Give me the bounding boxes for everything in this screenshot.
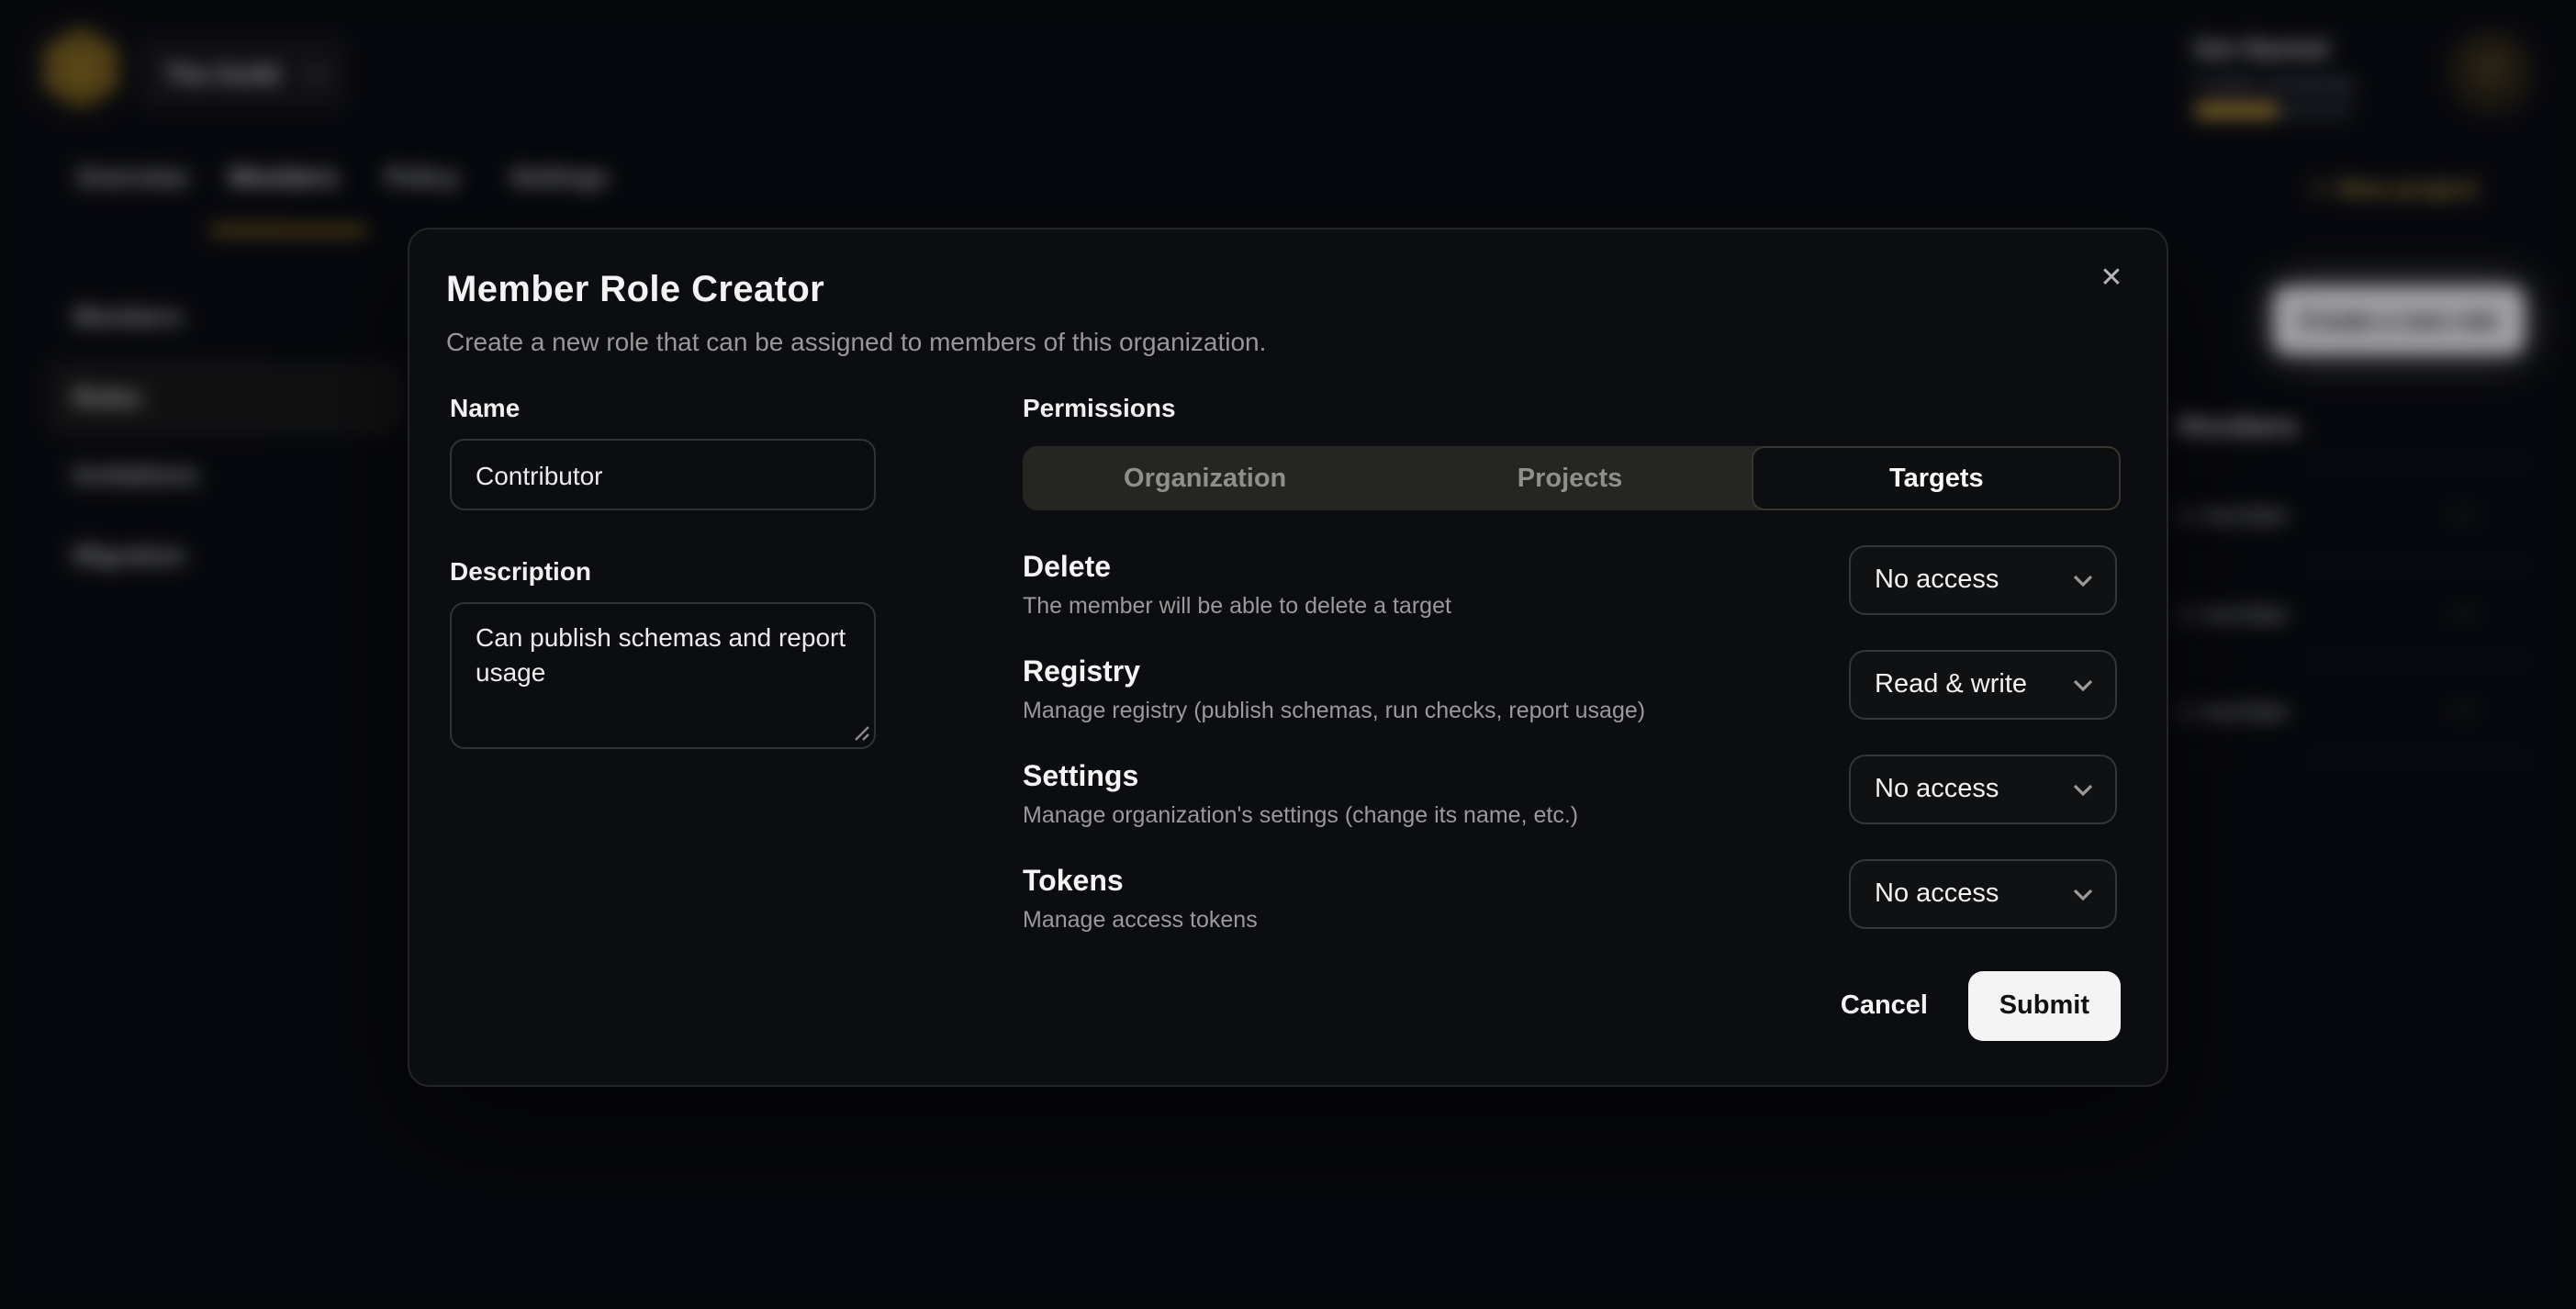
modal-title: Member Role Creator — [446, 270, 824, 312]
cancel-button[interactable]: Cancel — [1826, 971, 1943, 1041]
description-field-wrap: Can publish schemas and report usage — [450, 602, 876, 749]
permission-row-delete: Delete The member will be able to delete… — [1023, 542, 2121, 637]
settings-access-select[interactable]: No access — [1849, 755, 2117, 824]
permission-row-registry: Registry Manage registry (publish schema… — [1023, 646, 2121, 742]
chevron-down-icon — [2073, 574, 2093, 587]
app-root: The Guild Overview Members Policy Settin… — [0, 0, 2576, 1309]
resize-handle-icon[interactable] — [852, 723, 870, 742]
close-icon[interactable]: ✕ — [2089, 255, 2134, 299]
permissions-label: Permissions — [1023, 393, 1176, 422]
chevron-down-icon — [2073, 678, 2093, 691]
delete-access-select[interactable]: No access — [1849, 545, 2117, 615]
modal-subtitle: Create a new role that can be assigned t… — [446, 327, 1266, 356]
selected-value: No access — [1875, 879, 1999, 909]
tokens-access-select[interactable]: No access — [1849, 859, 2117, 929]
permission-row-tokens: Tokens Manage access tokens No access — [1023, 856, 2121, 951]
selected-value: No access — [1875, 775, 1999, 804]
permissions-tabstrip: Organization Projects Targets — [1023, 446, 2121, 510]
name-input[interactable] — [450, 439, 876, 510]
description-field-label: Description — [450, 556, 591, 586]
member-role-creator-modal: Member Role Creator Create a new role th… — [408, 228, 2168, 1087]
perm-tab-organization[interactable]: Organization — [1023, 446, 1387, 510]
registry-access-select[interactable]: Read & write — [1849, 650, 2117, 720]
chevron-down-icon — [2073, 783, 2093, 796]
perm-tab-targets[interactable]: Targets — [1753, 446, 2121, 510]
selected-value: No access — [1875, 565, 1999, 595]
chevron-down-icon — [2073, 888, 2093, 901]
perm-tab-projects[interactable]: Projects — [1387, 446, 1752, 510]
submit-button[interactable]: Submit — [1968, 971, 2121, 1041]
description-textarea[interactable]: Can publish schemas and report usage — [450, 602, 876, 749]
name-field-label: Name — [450, 393, 520, 422]
permission-row-settings: Settings Manage organization's settings … — [1023, 751, 2121, 846]
selected-value: Read & write — [1875, 670, 2027, 699]
